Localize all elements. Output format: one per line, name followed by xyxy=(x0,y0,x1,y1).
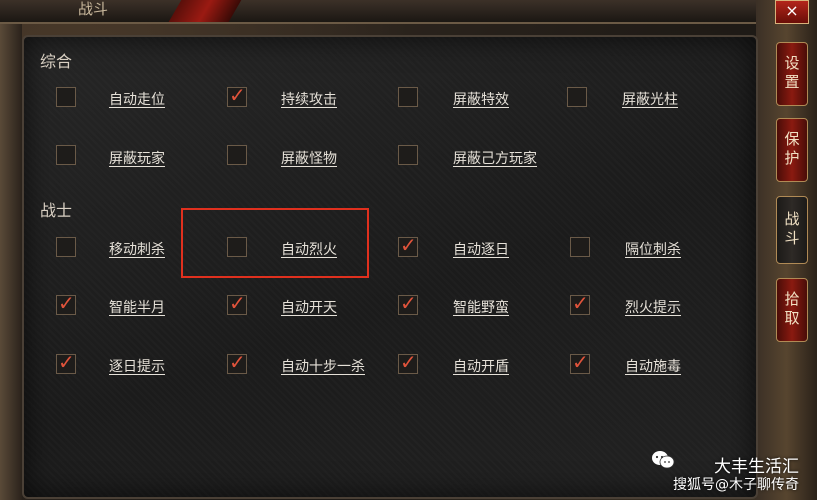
tab-pickup[interactable]: 拾取 xyxy=(776,278,808,342)
option-label[interactable]: 智能野蛮 xyxy=(453,297,509,317)
checkbox[interactable]: ✓ xyxy=(56,291,76,315)
checkbox[interactable] xyxy=(56,145,76,165)
check-icon: ✓ xyxy=(400,291,417,315)
highlight-box xyxy=(181,208,369,278)
option-label[interactable]: 持续攻击 xyxy=(281,89,337,109)
check-icon: ✓ xyxy=(229,83,246,107)
checkbox[interactable]: ✓ xyxy=(227,291,247,315)
tab-combat[interactable]: 战斗 xyxy=(776,196,808,264)
checkbox[interactable]: ✓ xyxy=(398,291,418,315)
window-title: 战斗 xyxy=(78,0,109,18)
option-label[interactable]: 自动开盾 xyxy=(453,356,509,376)
checkbox[interactable] xyxy=(56,237,76,257)
checkbox[interactable]: ✓ xyxy=(570,291,590,315)
tab-settings[interactable]: 设置 xyxy=(776,42,808,106)
check-icon: ✓ xyxy=(400,350,417,374)
option-label[interactable]: 自动开天 xyxy=(281,297,337,317)
checkbox[interactable] xyxy=(567,87,587,107)
checkbox[interactable] xyxy=(56,87,76,107)
option-label[interactable]: 智能半月 xyxy=(109,297,165,317)
frame-left-edge xyxy=(0,22,22,500)
option-label[interactable]: 移动刺杀 xyxy=(109,239,165,259)
check-icon: ✓ xyxy=(400,233,417,257)
section-title-warrior: 战士 xyxy=(40,201,73,220)
checkbox[interactable]: ✓ xyxy=(56,350,76,374)
option-label[interactable]: 屏蔽己方玩家 xyxy=(453,148,537,168)
checkbox[interactable]: ✓ xyxy=(398,350,418,374)
option-label[interactable]: 逐日提示 xyxy=(109,356,165,376)
section-title-general: 综合 xyxy=(40,52,73,71)
option-label[interactable]: 屏蔽怪物 xyxy=(281,148,337,168)
checkbox[interactable] xyxy=(570,237,590,257)
option-label[interactable]: 屏蔽玩家 xyxy=(109,148,165,168)
checkbox[interactable]: ✓ xyxy=(398,233,418,257)
check-icon: ✓ xyxy=(229,291,246,315)
title-bar: 战斗 xyxy=(0,0,760,24)
tab-protection[interactable]: 保护 xyxy=(776,118,808,182)
check-icon: ✓ xyxy=(58,291,75,315)
option-label[interactable]: 烈火提示 xyxy=(625,297,681,317)
check-icon: ✓ xyxy=(572,291,589,315)
option-label[interactable]: 隔位刺杀 xyxy=(625,239,681,259)
option-label[interactable]: 自动施毒 xyxy=(625,356,681,376)
check-icon: ✓ xyxy=(58,350,75,374)
checkbox[interactable]: ✓ xyxy=(570,350,590,374)
wechat-icon xyxy=(652,451,675,469)
checkbox[interactable] xyxy=(227,145,247,165)
option-label[interactable]: 屏蔽光柱 xyxy=(622,89,678,109)
option-label[interactable]: 自动走位 xyxy=(109,89,165,109)
checkbox[interactable]: ✓ xyxy=(227,83,247,107)
option-label[interactable]: 自动逐日 xyxy=(453,239,509,259)
checkbox[interactable] xyxy=(398,87,418,107)
check-icon: ✓ xyxy=(229,350,246,374)
title-ornament xyxy=(168,0,242,22)
option-label[interactable]: 自动十步一杀 xyxy=(281,356,365,376)
close-button[interactable]: × xyxy=(775,0,809,24)
checkbox[interactable]: ✓ xyxy=(227,350,247,374)
option-label[interactable]: 屏蔽特效 xyxy=(453,89,509,109)
watermark-line2: 搜狐号@木子聊传奇 xyxy=(673,477,799,493)
check-icon: ✓ xyxy=(572,350,589,374)
checkbox[interactable] xyxy=(398,145,418,165)
